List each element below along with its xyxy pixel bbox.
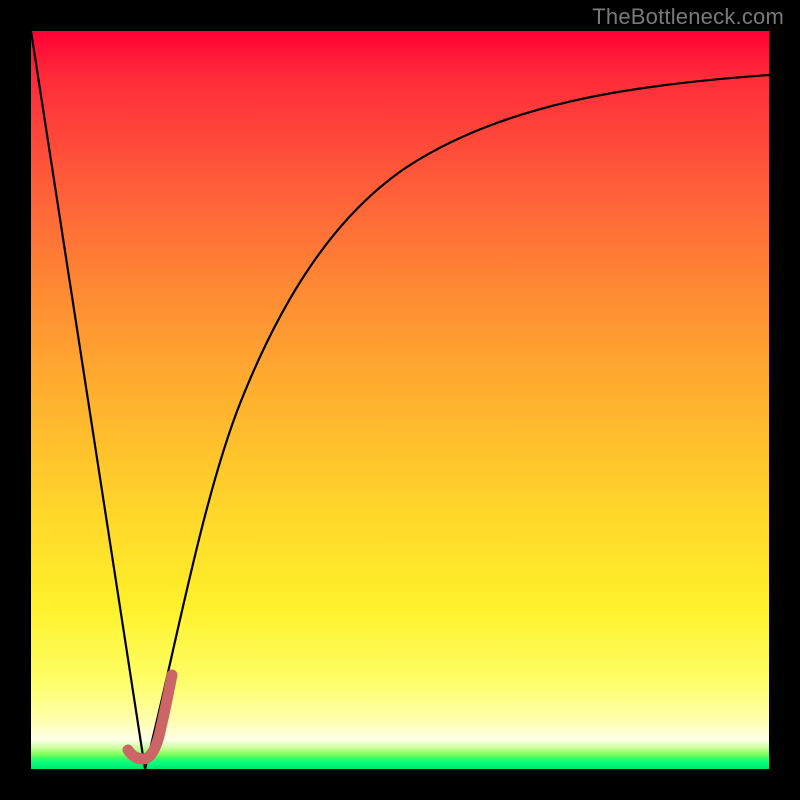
watermark-text: TheBottleneck.com [592, 4, 784, 30]
plot-area [31, 31, 769, 769]
right-curve [145, 75, 769, 769]
curves-svg [31, 31, 769, 769]
left-line [31, 31, 145, 769]
highlight-hook [128, 675, 172, 759]
chart-frame: TheBottleneck.com [0, 0, 800, 800]
